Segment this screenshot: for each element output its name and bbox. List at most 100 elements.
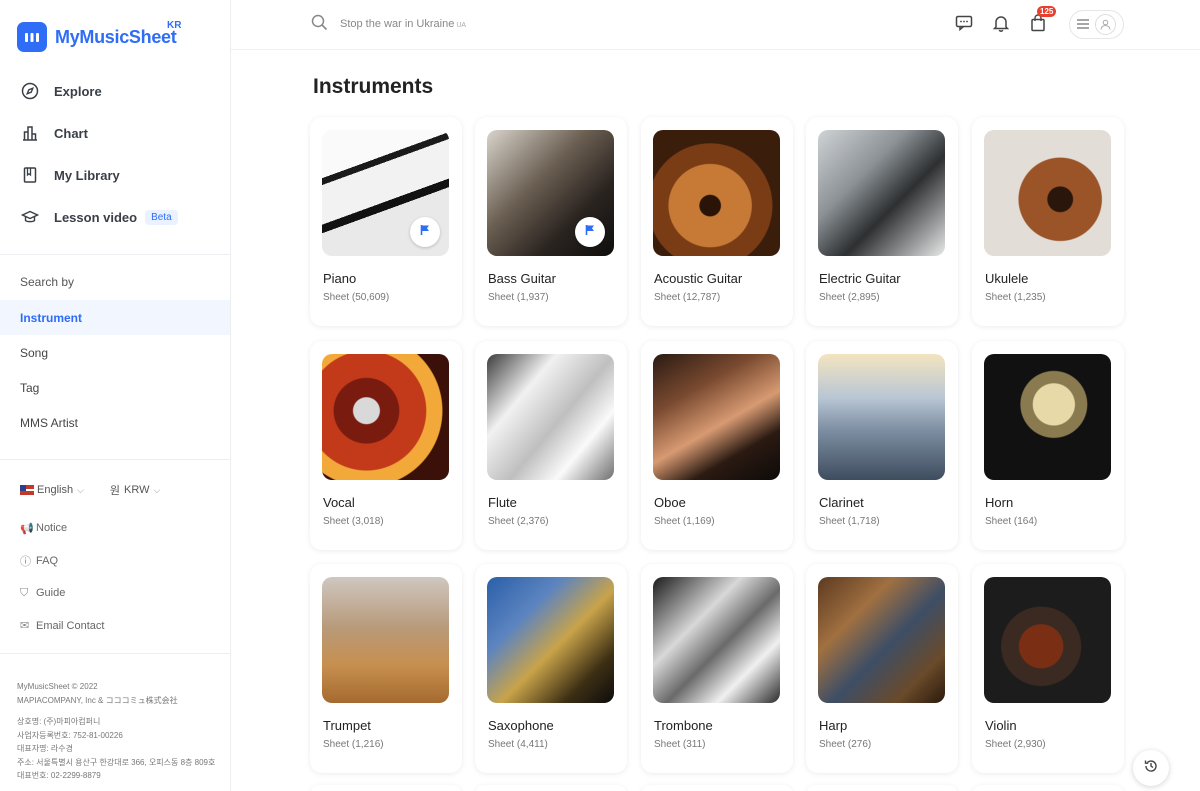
- search-by-tag[interactable]: Tag: [0, 370, 230, 405]
- cart-icon[interactable]: 125: [1027, 6, 1057, 34]
- instrument-card[interactable]: Trumpet Sheet (1,216): [310, 564, 462, 773]
- instrument-thumbnail: [818, 130, 945, 256]
- sheet-count: Sheet (1,216): [323, 739, 384, 750]
- page-title: Instruments: [313, 75, 434, 98]
- sheet-count: Sheet (1,235): [985, 292, 1046, 303]
- instrument-name: Oboe: [654, 495, 686, 510]
- instrument-card[interactable]: Clarinet Sheet (1,718): [806, 341, 958, 550]
- chevron-down-icon: ⌵: [77, 484, 84, 495]
- search-suffix: UA: [456, 22, 467, 29]
- instrument-card[interactable]: Bass Guitar Sheet (1,937): [475, 117, 627, 326]
- preferences: English ⌵ 원 KRW ⌵: [20, 482, 186, 498]
- logo-icon: [17, 22, 47, 52]
- instrument-card[interactable]: Trombone Sheet (311): [641, 564, 793, 773]
- instrument-thumbnail: [984, 577, 1111, 703]
- main-nav: Explore Chart My Library Lesson video Be…: [0, 70, 230, 238]
- instrument-name: Horn: [985, 495, 1014, 510]
- search-by-mms-artist[interactable]: MMS Artist: [0, 405, 230, 440]
- link-email-contact[interactable]: ✉ Email Contact: [20, 610, 104, 643]
- instrument-card[interactable]: Saxophone Sheet (4,411): [475, 564, 627, 773]
- sheet-count: Sheet (1,718): [819, 516, 880, 527]
- bell-icon[interactable]: [990, 12, 1012, 34]
- instrument-card[interactable]: Harp Sheet (276): [806, 564, 958, 773]
- cart-count-badge: 125: [1037, 6, 1057, 17]
- link-notice-label: Notice: [36, 522, 68, 535]
- instrument-thumbnail: [322, 130, 449, 256]
- instrument-thumbnail: [818, 577, 945, 703]
- logo[interactable]: MyMusicSheet KR: [17, 20, 181, 52]
- instrument-name: Electric Guitar: [819, 271, 901, 286]
- instrument-name: Bass Guitar: [488, 271, 556, 286]
- flag-icon: [419, 223, 431, 241]
- card-peek: [641, 785, 793, 791]
- instrument-thumbnail: [487, 130, 614, 256]
- link-guide-label: Guide: [36, 587, 66, 600]
- currency-select[interactable]: 원 KRW ⌵: [110, 482, 160, 498]
- instrument-card[interactable]: Ukulele Sheet (1,235): [972, 117, 1124, 326]
- question-circle-icon: ⓘ: [20, 555, 31, 568]
- instrument-name: Violin: [985, 718, 1017, 733]
- instrument-card[interactable]: Acoustic Guitar Sheet (12,787): [641, 117, 793, 326]
- instrument-card[interactable]: Piano Sheet (50,609): [310, 117, 462, 326]
- sheet-count: Sheet (1,937): [488, 292, 549, 303]
- sidebar-divider: [0, 459, 230, 460]
- avatar: [1095, 14, 1116, 35]
- sheet-count: Sheet (4,411): [488, 739, 548, 750]
- message-icon[interactable]: [953, 12, 975, 34]
- search-input[interactable]: Stop the war in Ukraine UA: [340, 18, 466, 30]
- card-peek: [310, 785, 462, 791]
- nav-chart-label: Chart: [54, 125, 88, 141]
- bookmark-flag-button[interactable]: [410, 217, 440, 247]
- beta-badge: Beta: [145, 209, 178, 225]
- nav-explore[interactable]: Explore: [0, 70, 230, 112]
- footer-copyright: MyMusicSheet © 2022: [17, 682, 98, 691]
- sheet-count: Sheet (2,930): [985, 739, 1046, 750]
- link-faq[interactable]: ⓘ FAQ: [20, 545, 104, 578]
- footer-line: 사업자등록번호: 752-81-00226: [17, 730, 123, 740]
- instrument-name: Ukulele: [985, 271, 1029, 286]
- instrument-name: Piano: [323, 271, 357, 286]
- search-icon[interactable]: [311, 14, 328, 36]
- footer-line: 대표번호: 02-2299-8879: [17, 771, 101, 780]
- sidebar-divider: [0, 254, 230, 255]
- instrument-card[interactable]: Vocal Sheet (3,018): [310, 341, 462, 550]
- bookmark-flag-button[interactable]: [575, 217, 605, 247]
- link-notice[interactable]: 📢 Notice: [20, 512, 104, 545]
- instrument-thumbnail: [322, 354, 449, 480]
- instrument-thumbnail: [322, 577, 449, 703]
- currency-value: KRW: [124, 484, 150, 496]
- nav-my-library[interactable]: My Library: [0, 154, 230, 196]
- nav-chart[interactable]: Chart: [0, 112, 230, 154]
- footer-line: 상호명: (주)마피아컴퍼니: [17, 717, 101, 726]
- card-peek: [475, 785, 627, 791]
- link-email-contact-label: Email Contact: [36, 619, 105, 632]
- link-guide[interactable]: ⛉ Guide: [20, 577, 104, 610]
- instrument-card[interactable]: Electric Guitar Sheet (2,895): [806, 117, 958, 326]
- search-by-song[interactable]: Song: [0, 335, 230, 370]
- chevron-down-icon: ⌵: [153, 484, 161, 495]
- instrument-name: Saxophone: [488, 718, 554, 733]
- search-placeholder: Stop the war in Ukraine: [340, 18, 455, 30]
- sheet-count: Sheet (3,018): [323, 516, 384, 527]
- instrument-card[interactable]: Horn Sheet (164): [972, 341, 1124, 550]
- nav-lesson-video-label: Lesson video: [54, 209, 138, 225]
- graduation-cap-icon: [20, 207, 40, 227]
- instrument-card[interactable]: Violin Sheet (2,930): [972, 564, 1124, 773]
- account-menu[interactable]: [1069, 10, 1124, 39]
- history-button[interactable]: [1133, 750, 1169, 786]
- sheet-count: Sheet (50,609): [323, 292, 390, 303]
- search-by-list: Instrument Song Tag MMS Artist: [0, 300, 230, 440]
- sidebar-divider: [0, 653, 230, 654]
- instrument-thumbnail: [818, 354, 945, 480]
- instrument-card[interactable]: Flute Sheet (2,376): [475, 341, 627, 550]
- language-select[interactable]: English ⌵: [20, 484, 84, 496]
- search-by-instrument[interactable]: Instrument: [0, 300, 230, 335]
- instrument-name: Trumpet: [323, 718, 371, 733]
- nav-lesson-video[interactable]: Lesson video Beta: [0, 196, 230, 238]
- sheet-count: Sheet (1,169): [654, 516, 715, 527]
- sheet-count: Sheet (2,895): [819, 292, 880, 303]
- instrument-name: Vocal: [323, 495, 355, 510]
- instrument-card[interactable]: Oboe Sheet (1,169): [641, 341, 793, 550]
- flag-icon: [584, 223, 596, 241]
- top-bar: Stop the war in Ukraine UA 125: [231, 0, 1200, 50]
